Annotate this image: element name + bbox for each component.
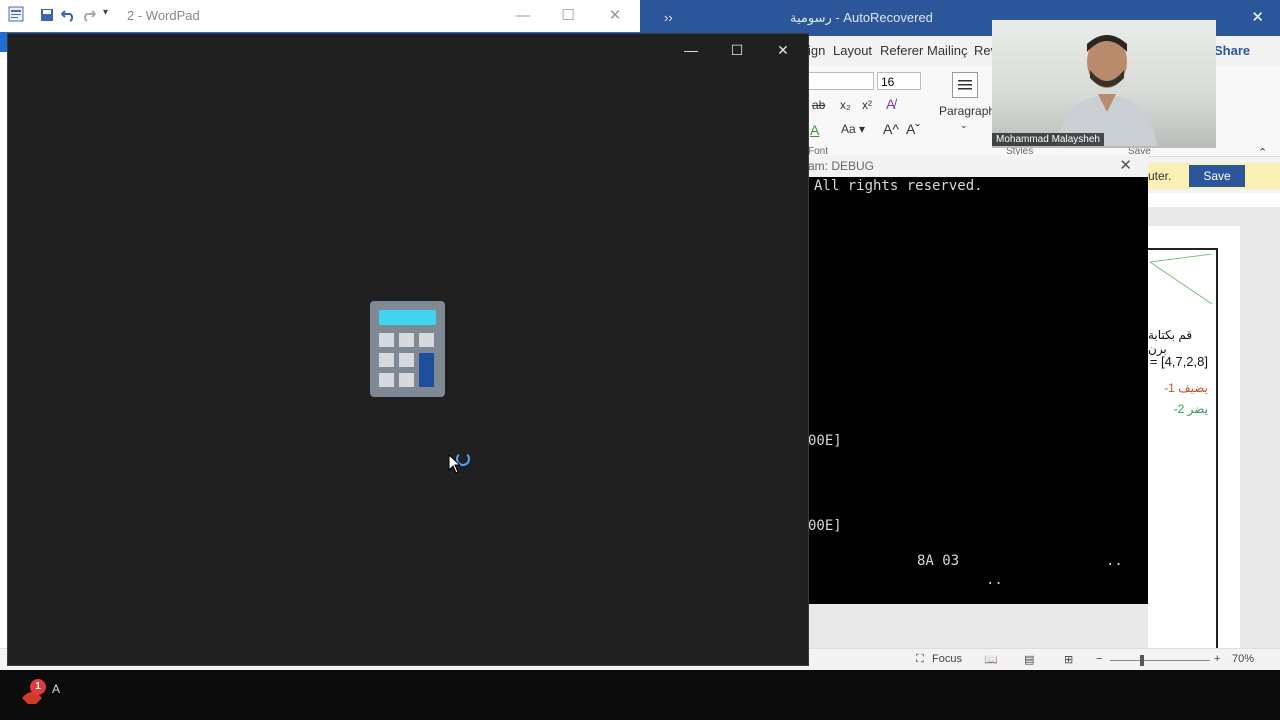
calculator-window[interactable]: — ☐ ✕	[8, 34, 808, 665]
focus-mode-icon[interactable]: ⛶	[916, 653, 924, 666]
paragraph-chevron-icon[interactable]: ⌄	[960, 120, 968, 131]
debug-titlebar[interactable]: am: DEBUG ✕	[808, 155, 1148, 177]
zoom-out-button[interactable]: −	[1096, 653, 1102, 665]
word-close-button[interactable]: ✕	[1251, 8, 1264, 26]
calc-close-button[interactable]: ✕	[768, 40, 798, 60]
diagram-shape	[1150, 254, 1212, 304]
mouse-cursor-icon	[448, 454, 460, 474]
redo-icon[interactable]	[82, 8, 96, 22]
tab-layout[interactable]: Layout	[833, 43, 872, 58]
doc-line-1: قم بكتابة برن	[1148, 328, 1193, 356]
font-size-dropdown[interactable]: 16	[877, 72, 921, 90]
save-icon[interactable]	[40, 8, 54, 22]
taskbar: 1 A	[0, 670, 1280, 720]
strikethrough-button[interactable]: ab	[812, 98, 825, 112]
customize-qat-icon[interactable]: ▾	[103, 7, 117, 21]
console-line-6: ..	[986, 572, 1003, 588]
document-page[interactable]: قم بكتابة برن = [4,7,2,8] -1 يضيف -2 يضر	[1148, 226, 1240, 652]
debug-close-button[interactable]: ✕	[1119, 156, 1132, 174]
calculator-app-icon	[370, 301, 445, 397]
notification-badge: 1	[30, 679, 46, 695]
taskbar-app-label[interactable]: A	[52, 682, 60, 696]
doc-line-3: -1 يضيف	[1164, 381, 1208, 395]
console-line-1: All rights reserved.	[814, 178, 983, 194]
tab-design[interactable]: ign	[808, 43, 825, 58]
paragraph-icon[interactable]	[952, 72, 978, 98]
webcam-name-label: Mohammad Malaysheh	[992, 133, 1104, 146]
document-title[interactable]: رسومية - AutoRecovered	[790, 10, 933, 26]
presenter-video	[1057, 35, 1157, 146]
console-line-5: ..	[1106, 553, 1123, 569]
superscript-button[interactable]: x²	[862, 98, 872, 112]
shrink-font-button[interactable]: Aˇ	[906, 121, 920, 137]
page-border-frame	[1148, 248, 1218, 652]
web-layout-icon[interactable]: ⊞	[1064, 653, 1073, 666]
debug-title: am: DEBUG	[808, 159, 875, 173]
font-name-dropdown[interactable]	[808, 72, 874, 90]
webcam-overlay: Mohammad Malaysheh	[992, 20, 1216, 148]
horizontal-ruler[interactable]	[1148, 193, 1280, 208]
print-layout-icon[interactable]: ▤	[1024, 653, 1034, 666]
tab-references[interactable]: Referer	[880, 43, 923, 58]
console-line-4: 8A 03	[917, 553, 960, 569]
zoom-in-button[interactable]: +	[1214, 653, 1220, 665]
focus-mode-button[interactable]: Focus	[932, 653, 962, 665]
zoom-level[interactable]: 70%	[1232, 653, 1254, 665]
minimize-button[interactable]: —	[512, 6, 534, 26]
close-button[interactable]: ✕	[604, 6, 626, 26]
debug-console-window[interactable]: am: DEBUG ✕ All rights reserved. 00E] 00…	[808, 155, 1148, 604]
clear-formatting-icon[interactable]: A̸	[886, 96, 895, 112]
infobar-save-button[interactable]: Save	[1189, 165, 1245, 187]
change-case-button[interactable]: Aa ▾	[841, 122, 865, 136]
doc-line-2: = [4,7,2,8]	[1149, 354, 1208, 369]
calc-minimize-button[interactable]: —	[676, 40, 706, 60]
console-line-2: 00E]	[808, 433, 842, 449]
read-mode-icon[interactable]: 📖	[984, 653, 998, 666]
share-button[interactable]: Share	[1214, 43, 1250, 58]
tab-mailings[interactable]: Mailinç	[927, 43, 967, 58]
paragraph-group-label[interactable]: Paragraph	[939, 104, 995, 118]
collapse-ribbon-icon[interactable]: ⌃	[1258, 146, 1267, 159]
subscript-button[interactable]: x₂	[840, 98, 851, 112]
wordpad-titlebar[interactable]: ▾ 2 - WordPad — ☐ ✕	[0, 0, 640, 32]
doc-line-4: -2 يضر	[1173, 402, 1208, 416]
wordpad-app-icon	[8, 6, 24, 22]
window-title: 2 - WordPad	[127, 8, 200, 23]
more-commands-button[interactable]: ››	[664, 10, 673, 25]
font-color-button[interactable]: A	[810, 122, 819, 138]
undo-icon[interactable]	[61, 8, 75, 22]
maximize-button[interactable]: ☐	[557, 6, 579, 26]
calc-maximize-button[interactable]: ☐	[722, 40, 752, 60]
grow-font-button[interactable]: A^	[883, 121, 899, 137]
zoom-slider[interactable]	[1110, 660, 1210, 661]
console-line-3: 00E]	[808, 518, 842, 534]
info-bar-message: uter.	[1148, 169, 1172, 183]
zoom-slider-thumb[interactable]	[1140, 655, 1144, 666]
